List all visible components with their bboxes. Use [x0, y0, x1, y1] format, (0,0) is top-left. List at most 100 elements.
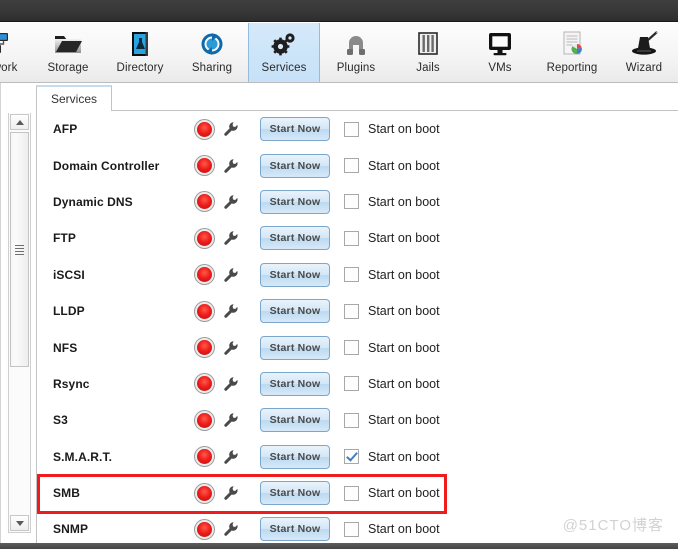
start-on-boot-group[interactable]: Start on boot — [344, 449, 440, 465]
monitor-icon — [482, 28, 518, 60]
table-row: Rsync Start Now Start on boot — [37, 366, 678, 402]
triangle-up-icon — [15, 119, 24, 125]
directory-icon — [122, 28, 158, 60]
start-now-button[interactable]: Start Now — [260, 153, 330, 178]
service-name: Rsync — [53, 376, 90, 391]
start-now-button[interactable]: Start Now — [260, 299, 330, 324]
sharing-icon — [194, 28, 230, 60]
service-name: SNMP — [53, 522, 89, 537]
service-name: NFS — [53, 340, 78, 355]
start-on-boot-checkbox[interactable] — [344, 267, 359, 283]
service-name: AFP — [53, 122, 78, 137]
panel-left-edge — [0, 83, 1, 543]
service-name: iSCSI — [53, 267, 85, 282]
table-row: Domain Controller Start Now Start on boot — [37, 147, 678, 183]
toolbar-item-label: Sharing — [191, 62, 233, 74]
start-now-button[interactable]: Start Now — [260, 371, 330, 396]
start-now-button[interactable]: Start Now — [260, 117, 330, 142]
start-on-boot-label: Start on boot — [368, 231, 440, 246]
toolbar-item-storage[interactable]: Storage — [32, 23, 104, 82]
start-on-boot-group[interactable]: Start on boot — [344, 194, 440, 210]
start-on-boot-checkbox[interactable] — [344, 230, 359, 246]
wrench-icon[interactable] — [223, 121, 239, 137]
start-on-boot-checkbox[interactable] — [344, 121, 359, 137]
toolbar-item-label: VMs — [488, 62, 512, 74]
scroll-down-button[interactable] — [10, 515, 29, 531]
wrench-icon[interactable] — [223, 340, 239, 356]
table-row: Dynamic DNS Start Now Start on boot — [37, 184, 678, 220]
toolbar-item-services[interactable]: Services — [248, 23, 320, 82]
toolbar-item-directory[interactable]: Directory — [104, 23, 176, 82]
toolbar-item-network[interactable]: Network — [0, 23, 32, 82]
wrench-icon[interactable] — [223, 303, 239, 319]
wrench-icon[interactable] — [223, 230, 239, 246]
wrench-icon[interactable] — [223, 485, 239, 501]
start-on-boot-checkbox[interactable] — [344, 158, 359, 174]
toolbar-item-label: Storage — [47, 62, 89, 74]
wrench-icon[interactable] — [223, 449, 239, 465]
toolbar-item-sharing[interactable]: Sharing — [176, 23, 248, 82]
start-now-button[interactable]: Start Now — [260, 262, 330, 287]
tab-services[interactable]: Services — [36, 85, 113, 112]
start-now-button[interactable]: Start Now — [260, 335, 330, 360]
start-on-boot-checkbox[interactable] — [344, 303, 359, 319]
reporting-icon — [554, 28, 590, 60]
scroll-up-button[interactable] — [10, 114, 29, 130]
plugins-icon — [338, 28, 374, 60]
toolbar-item-reporting[interactable]: Reporting — [536, 23, 608, 82]
wrench-icon[interactable] — [223, 521, 239, 537]
toolbar-item-vms[interactable]: VMs — [464, 23, 536, 82]
tab-strip: Services — [36, 83, 678, 112]
start-on-boot-checkbox[interactable] — [344, 340, 359, 356]
table-row: LLDP Start Now Start on boot — [37, 293, 678, 329]
wrench-icon[interactable] — [223, 376, 239, 392]
start-on-boot-checkbox[interactable] — [344, 521, 359, 537]
start-on-boot-group[interactable]: Start on boot — [344, 158, 440, 174]
scrollbar-thumb[interactable] — [10, 132, 29, 367]
status-indicator-icon — [197, 521, 212, 537]
start-now-button[interactable]: Start Now — [260, 408, 330, 433]
wizard-icon — [626, 28, 662, 60]
start-on-boot-label: Start on boot — [368, 122, 440, 137]
window-bottom-bar — [0, 543, 678, 549]
toolbar-item-label: Wizard — [625, 62, 663, 74]
wrench-icon[interactable] — [223, 158, 239, 174]
start-on-boot-checkbox[interactable] — [344, 376, 359, 392]
table-row: NFS Start Now Start on boot — [37, 329, 678, 365]
toolbar-item-plugins[interactable]: Plugins — [320, 23, 392, 82]
table-row: FTP Start Now Start on boot — [37, 220, 678, 256]
start-on-boot-group[interactable]: Start on boot — [344, 230, 440, 246]
start-on-boot-checkbox[interactable] — [344, 449, 359, 465]
toolbar-item-wizard[interactable]: Wizard — [608, 23, 678, 82]
start-on-boot-group[interactable]: Start on boot — [344, 485, 440, 501]
start-now-button[interactable]: Start Now — [260, 189, 330, 214]
status-indicator-icon — [197, 267, 212, 283]
wrench-icon[interactable] — [223, 267, 239, 283]
grip-icon — [15, 243, 24, 257]
toolbar-item-jails[interactable]: Jails — [392, 23, 464, 82]
service-name: Dynamic DNS — [53, 194, 133, 209]
start-now-button[interactable]: Start Now — [260, 226, 330, 251]
status-indicator-icon — [197, 485, 212, 501]
start-on-boot-group[interactable]: Start on boot — [344, 121, 440, 137]
start-on-boot-group[interactable]: Start on boot — [344, 521, 440, 537]
start-on-boot-group[interactable]: Start on boot — [344, 412, 440, 428]
start-on-boot-label: Start on boot — [368, 194, 440, 209]
start-on-boot-group[interactable]: Start on boot — [344, 340, 440, 356]
start-on-boot-checkbox[interactable] — [344, 194, 359, 210]
toolbar-item-label: Services — [261, 62, 307, 74]
start-on-boot-group[interactable]: Start on boot — [344, 267, 440, 283]
start-on-boot-group[interactable]: Start on boot — [344, 303, 440, 319]
start-now-button[interactable]: Start Now — [260, 517, 330, 542]
jails-icon — [410, 28, 446, 60]
start-now-button[interactable]: Start Now — [260, 444, 330, 469]
start-on-boot-group[interactable]: Start on boot — [344, 376, 440, 392]
vertical-scrollbar[interactable] — [8, 113, 31, 533]
wrench-icon[interactable] — [223, 194, 239, 210]
table-row: S3 Start Now Start on boot — [37, 402, 678, 438]
start-now-button[interactable]: Start Now — [260, 481, 330, 506]
start-on-boot-checkbox[interactable] — [344, 412, 359, 428]
wrench-icon[interactable] — [223, 412, 239, 428]
watermark: @51CTO博客 — [562, 517, 664, 534]
start-on-boot-checkbox[interactable] — [344, 485, 359, 501]
